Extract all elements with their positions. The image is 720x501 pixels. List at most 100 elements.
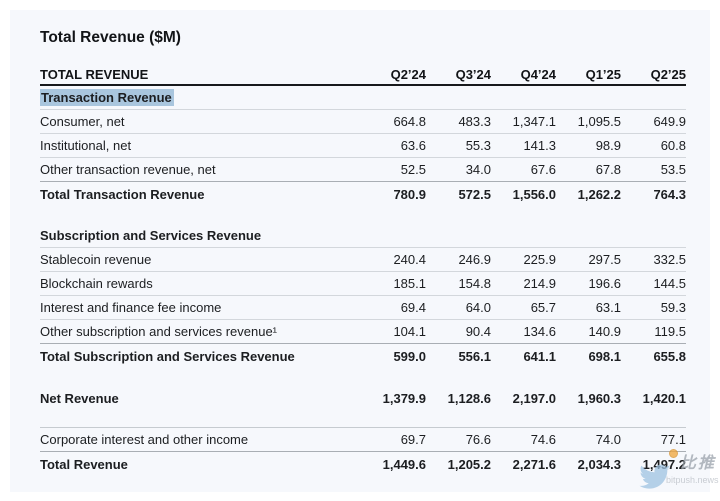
row-value-q3-24: 64.0 — [426, 300, 491, 315]
row-value-q1-25: 196.6 — [556, 276, 621, 291]
row-label-text: Transaction Revenue — [40, 89, 174, 106]
row-label: Blockchain rewards — [40, 276, 361, 291]
row-value-q4-24: 2,197.0 — [491, 391, 556, 406]
table-row: Transaction Revenue — [40, 86, 686, 110]
table-row: Other subscription and services revenue¹… — [40, 320, 686, 344]
row-value-q2-24: 780.9 — [361, 187, 426, 202]
row-value-q2-24: 63.6 — [361, 138, 426, 153]
row-label: Subscription and Services Revenue — [40, 228, 361, 243]
row-value-q2-24: 52.5 — [361, 162, 426, 177]
row-label-text: Subscription and Services Revenue — [40, 228, 261, 243]
row-value-q2-24: 104.1 — [361, 324, 426, 339]
row-value-q3-24: 1,205.2 — [426, 457, 491, 472]
table-row: Stablecoin revenue 240.4 246.9 225.9 297… — [40, 248, 686, 272]
table-row: Subscription and Services Revenue — [40, 224, 686, 248]
row-value-q2-25: 649.9 — [621, 114, 686, 129]
table-row: Blockchain rewards 185.1 154.8 214.9 196… — [40, 272, 686, 296]
column-header-q1-25: Q1’25 — [556, 67, 621, 82]
row-value-q2-25: 1,420.1 — [621, 391, 686, 406]
row-value-q2-25: 77.1 — [621, 432, 686, 447]
row-label: Total Subscription and Services Revenue — [40, 349, 361, 364]
row-label-text: Total Transaction Revenue — [40, 187, 204, 202]
row-value-q3-24: 1,128.6 — [426, 391, 491, 406]
row-value-q2-25: 53.5 — [621, 162, 686, 177]
row-value-q4-24: 141.3 — [491, 138, 556, 153]
row-value-q4-24: 641.1 — [491, 349, 556, 364]
row-value-q4-24: 2,271.6 — [491, 457, 556, 472]
table-row: Total Subscription and Services Revenue … — [40, 344, 686, 368]
row-label-text: Consumer, net — [40, 114, 125, 129]
row-label: Total Revenue — [40, 457, 361, 472]
column-header-q4-24: Q4’24 — [491, 67, 556, 82]
table-row: Institutional, net 63.6 55.3 141.3 98.9 … — [40, 134, 686, 158]
column-header-q2-25: Q2’25 — [621, 67, 686, 82]
row-value-q3-24: 90.4 — [426, 324, 491, 339]
table-row: Corporate interest and other income 69.7… — [40, 428, 686, 452]
row-value-q3-24: 76.6 — [426, 432, 491, 447]
row-value-q4-24: 65.7 — [491, 300, 556, 315]
row-value-q1-25: 74.0 — [556, 432, 621, 447]
row-value-q2-24: 69.4 — [361, 300, 426, 315]
row-value-q2-25: 119.5 — [621, 324, 686, 339]
row-label: Transaction Revenue — [40, 90, 361, 105]
row-value-q1-25: 140.9 — [556, 324, 621, 339]
table-row: Total Revenue 1,449.6 1,205.2 2,271.6 2,… — [40, 452, 686, 476]
table-row: Interest and finance fee income 69.4 64.… — [40, 296, 686, 320]
row-value-q4-24: 74.6 — [491, 432, 556, 447]
row-label-text: Other transaction revenue, net — [40, 162, 216, 177]
row-label-text: Total Revenue — [40, 457, 128, 472]
row-label: Consumer, net — [40, 114, 361, 129]
row-label-text: Corporate interest and other income — [40, 432, 248, 447]
row-value-q1-25: 2,034.3 — [556, 457, 621, 472]
row-value-q2-24: 1,379.9 — [361, 391, 426, 406]
financial-table-panel: Total Revenue ($M) TOTAL REVENUE Q2’24 Q… — [10, 10, 710, 492]
row-value-q3-24: 246.9 — [426, 252, 491, 267]
table-body: Transaction Revenue Consumer, net 664.8 … — [40, 86, 686, 476]
row-label-text: Other subscription and services revenue¹ — [40, 324, 277, 339]
table-row: Net Revenue 1,379.9 1,128.6 2,197.0 1,96… — [40, 386, 686, 410]
row-label: Stablecoin revenue — [40, 252, 361, 267]
row-label-text: Institutional, net — [40, 138, 131, 153]
section-spacer — [40, 368, 686, 386]
row-value-q1-25: 63.1 — [556, 300, 621, 315]
row-value-q4-24: 1,347.1 — [491, 114, 556, 129]
table-row: Consumer, net 664.8 483.3 1,347.1 1,095.… — [40, 110, 686, 134]
row-label-text: Interest and finance fee income — [40, 300, 221, 315]
table-row: Total Transaction Revenue 780.9 572.5 1,… — [40, 182, 686, 206]
row-label-text: Blockchain rewards — [40, 276, 153, 291]
row-value-q2-24: 664.8 — [361, 114, 426, 129]
row-value-q4-24: 134.6 — [491, 324, 556, 339]
table-header-row: TOTAL REVENUE Q2’24 Q3’24 Q4’24 Q1’25 Q2… — [40, 64, 686, 86]
row-value-q3-24: 34.0 — [426, 162, 491, 177]
row-value-q1-25: 1,262.2 — [556, 187, 621, 202]
row-value-q3-24: 572.5 — [426, 187, 491, 202]
section-spacer — [40, 410, 686, 428]
row-value-q2-24: 185.1 — [361, 276, 426, 291]
row-value-q4-24: 225.9 — [491, 252, 556, 267]
row-value-q2-25: 655.8 — [621, 349, 686, 364]
row-value-q4-24: 67.6 — [491, 162, 556, 177]
row-value-q1-25: 297.5 — [556, 252, 621, 267]
row-value-q3-24: 483.3 — [426, 114, 491, 129]
row-label-text: Net Revenue — [40, 391, 119, 406]
row-value-q3-24: 154.8 — [426, 276, 491, 291]
row-value-q2-25: 1,497.2 — [621, 457, 686, 472]
table-row: Other transaction revenue, net 52.5 34.0… — [40, 158, 686, 182]
row-value-q3-24: 556.1 — [426, 349, 491, 364]
row-value-q1-25: 698.1 — [556, 349, 621, 364]
row-label: Net Revenue — [40, 391, 361, 406]
row-label: Interest and finance fee income — [40, 300, 361, 315]
row-value-q2-25: 332.5 — [621, 252, 686, 267]
row-label-text: Stablecoin revenue — [40, 252, 151, 267]
row-value-q2-24: 240.4 — [361, 252, 426, 267]
row-value-q1-25: 1,960.3 — [556, 391, 621, 406]
row-label: Corporate interest and other income — [40, 432, 361, 447]
row-value-q2-25: 60.8 — [621, 138, 686, 153]
row-value-q2-25: 59.3 — [621, 300, 686, 315]
column-header-q2-24: Q2’24 — [361, 67, 426, 82]
row-value-q1-25: 67.8 — [556, 162, 621, 177]
row-label: Other subscription and services revenue¹ — [40, 324, 361, 339]
row-value-q2-24: 69.7 — [361, 432, 426, 447]
row-value-q3-24: 55.3 — [426, 138, 491, 153]
row-label: Institutional, net — [40, 138, 361, 153]
